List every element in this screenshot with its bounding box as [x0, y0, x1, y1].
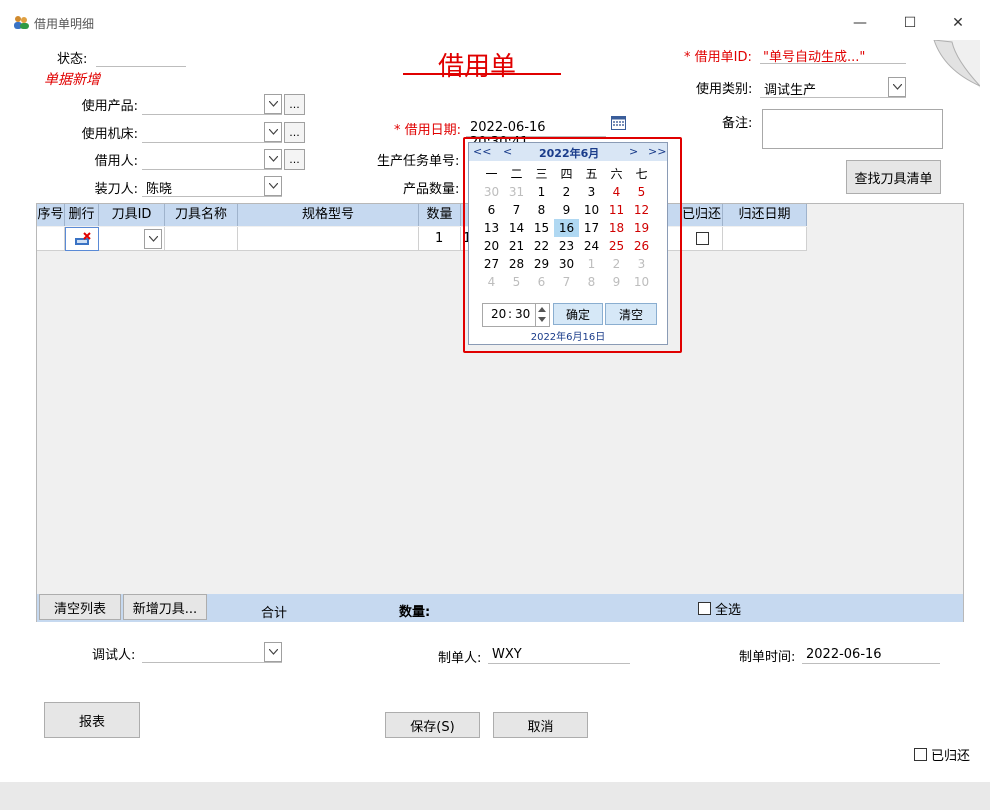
title-bar: 借用单明细 — ☐ ✕ [0, 0, 990, 44]
tester-label: 调试人: [92, 648, 136, 663]
chevron-down-icon [892, 84, 902, 90]
bottom-strip [0, 782, 990, 810]
window-title: 借用单明细 [34, 17, 95, 31]
maximize-button[interactable]: ☐ [890, 8, 930, 38]
cell-returned[interactable] [681, 227, 723, 251]
installer-combo[interactable]: 陈晓 [142, 176, 282, 197]
maker-value: WXY [492, 647, 522, 662]
calendar-icon[interactable] [611, 116, 626, 130]
users-icon [14, 16, 29, 29]
col-seq[interactable]: 序号 [37, 204, 65, 226]
qty-label: 产品数量: [403, 182, 460, 197]
clear-list-button[interactable]: 清空列表 [39, 594, 121, 620]
product-label: 使用产品: [81, 99, 138, 114]
heading-underline [403, 73, 561, 75]
page-curl-icon [933, 40, 980, 88]
close-icon: ✕ [952, 15, 964, 31]
returned-filter-checkbox[interactable] [914, 748, 927, 761]
machine-label: 使用机床: [81, 127, 138, 142]
borrower-dropdown-button[interactable] [264, 149, 282, 169]
maker-field: WXY [488, 645, 630, 664]
close-button[interactable]: ✕ [938, 8, 978, 38]
status-value: 单据新增 [44, 72, 100, 88]
total-qty-label: 数量: [399, 605, 431, 620]
cell-qty[interactable]: 1 [419, 227, 461, 251]
chevron-down-icon [268, 129, 278, 135]
cell-return-date[interactable] [723, 227, 807, 251]
total-label: 合计 [261, 606, 288, 621]
status-field [96, 48, 186, 67]
table-row[interactable]: 1 1 [37, 227, 807, 251]
category-value: 调试生产 [764, 83, 817, 98]
machine-combo[interactable] [142, 122, 282, 143]
cell-delete[interactable] [65, 227, 99, 251]
remark-textarea[interactable] [762, 109, 943, 149]
chevron-down-icon [268, 183, 278, 189]
add-tool-button[interactable]: 新增刀具... [123, 594, 207, 620]
cell-tool-id[interactable] [99, 227, 165, 251]
col-return-date[interactable]: 归还日期 [723, 204, 807, 226]
product-ellipsis-button[interactable]: ... [284, 94, 305, 115]
chevron-down-icon [268, 649, 278, 655]
col-delete[interactable]: 删行 [65, 204, 99, 226]
col-returned[interactable]: 已归还 [681, 204, 723, 226]
category-combo[interactable]: 调试生产 [760, 77, 906, 98]
product-combo[interactable] [142, 94, 282, 115]
save-button[interactable]: 保存(S) [385, 712, 480, 738]
returned-checkbox[interactable] [696, 232, 709, 245]
highlight-box [463, 137, 682, 353]
maximize-icon: ☐ [903, 15, 917, 31]
returned-filter-label: 已归还 [931, 749, 971, 764]
make-time-label: 制单时间: [739, 650, 796, 665]
status-label: 状态: [57, 52, 88, 67]
find-tools-button[interactable]: 查找刀具清单 [846, 160, 941, 194]
category-dropdown-button[interactable] [888, 77, 906, 97]
cancel-button[interactable]: 取消 [493, 712, 588, 738]
chevron-down-icon [268, 101, 278, 107]
grid-footer: 清空列表 新增刀具... 合计 数量: 全选 [37, 594, 963, 622]
cell-seq [37, 227, 65, 251]
make-time-field: 2022-06-16 [802, 645, 940, 664]
minimize-button[interactable]: — [840, 8, 880, 38]
installer-dropdown-button[interactable] [264, 176, 282, 196]
id-label: * 借用单ID: [684, 50, 752, 65]
id-field: "单号自动生成..." [760, 45, 906, 65]
col-qty[interactable]: 数量 [419, 204, 461, 226]
category-label: 使用类别: [696, 82, 753, 97]
col-tool-name[interactable]: 刀具名称 [165, 204, 238, 226]
minimize-icon: — [853, 15, 867, 31]
id-value: "单号自动生成..." [763, 50, 866, 65]
cell-spec[interactable] [238, 227, 419, 251]
borrower-ellipsis-button[interactable]: ... [284, 149, 305, 170]
product-dropdown-button[interactable] [264, 94, 282, 114]
tool-id-dropdown-button[interactable] [144, 229, 162, 249]
report-button[interactable]: 报表 [44, 702, 140, 738]
tester-combo[interactable] [142, 642, 282, 663]
form-heading: 借用单 [438, 52, 517, 82]
cell-tool-name[interactable] [165, 227, 238, 251]
remark-label: 备注: [722, 116, 753, 131]
borrower-combo[interactable] [142, 149, 282, 170]
main-window: 借用单明细 — ☐ ✕ 借用单 状态: 单据新增 使用产品: ... 使用机床:… [0, 0, 990, 782]
col-tool-id[interactable]: 刀具ID [99, 204, 165, 226]
grid-header: 序号 删行 刀具ID 刀具名称 规格型号 数量 已归还 归还日期 [37, 204, 807, 226]
maker-label: 制单人: [438, 651, 482, 666]
installer-value: 陈晓 [146, 182, 173, 197]
date-field[interactable]: 2022-06-16 20:30:41 [466, 118, 606, 150]
chevron-down-icon [268, 156, 278, 162]
col-spec[interactable]: 规格型号 [238, 204, 419, 226]
tester-dropdown-button[interactable] [264, 642, 282, 662]
date-label: * 借用日期: [394, 123, 462, 138]
borrower-label: 借用人: [94, 154, 138, 169]
delete-row-icon[interactable] [74, 232, 92, 246]
chevron-down-icon [148, 236, 158, 242]
select-all-checkbox[interactable] [698, 602, 711, 615]
machine-ellipsis-button[interactable]: ... [284, 122, 305, 143]
task-label: 生产任务单号: [377, 154, 460, 169]
installer-label: 装刀人: [94, 182, 138, 197]
make-time-value: 2022-06-16 [806, 647, 882, 662]
machine-dropdown-button[interactable] [264, 122, 282, 142]
select-all-label: 全选 [715, 603, 742, 618]
